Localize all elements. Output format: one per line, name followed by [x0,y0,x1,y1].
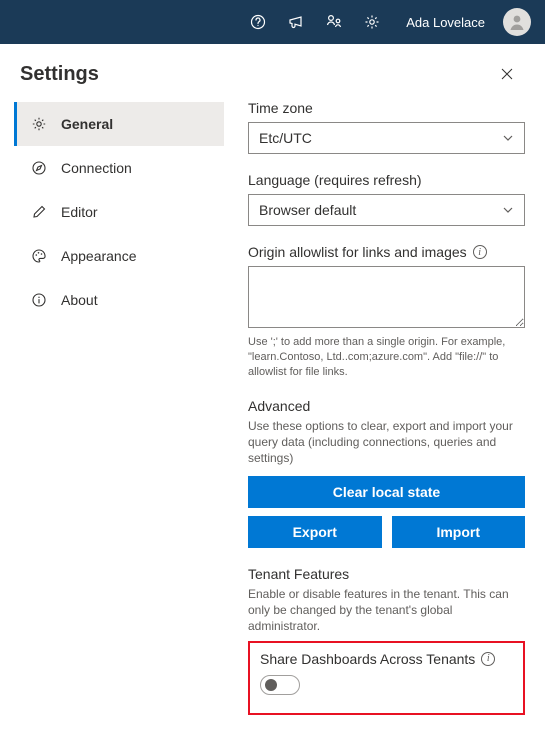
nav-label: Connection [61,160,132,176]
chevron-down-icon [502,132,514,144]
toggle-knob [265,679,277,691]
clear-local-state-button[interactable]: Clear local state [248,476,525,508]
info-icon[interactable]: i [481,652,495,666]
advanced-helper: Use these options to clear, export and i… [248,418,525,467]
settings-nav: General Connection Editor [14,100,224,715]
origin-allowlist-section: Origin allowlist for links and images i … [248,244,525,380]
language-value: Browser default [259,202,356,218]
nav-item-connection[interactable]: Connection [14,146,224,190]
app-header: Ada Lovelace [0,0,545,44]
tenant-section: Tenant Features Enable or disable featur… [248,566,525,635]
palette-icon [31,248,47,264]
nav-label: General [61,116,113,132]
share-dashboards-label: Share Dashboards Across Tenants i [260,651,513,667]
timezone-select[interactable]: Etc/UTC [248,122,525,154]
import-button[interactable]: Import [392,516,526,548]
language-label: Language (requires refresh) [248,172,525,188]
close-icon[interactable] [495,62,519,86]
timezone-label: Time zone [248,100,525,116]
avatar[interactable] [503,8,531,36]
share-dashboards-toggle[interactable] [260,675,300,695]
origin-allowlist-helper: Use ';' to add more than a single origin… [248,335,525,380]
user-name[interactable]: Ada Lovelace [406,15,485,30]
timezone-section: Time zone Etc/UTC [248,100,525,154]
nav-label: Appearance [61,248,137,264]
origin-allowlist-label: Origin allowlist for links and images i [248,244,525,260]
language-section: Language (requires refresh) Browser defa… [248,172,525,226]
advanced-section: Advanced Use these options to clear, exp… [248,398,525,549]
settings-content: Time zone Etc/UTC Language (requires ref… [224,100,525,715]
nav-item-general[interactable]: General [14,102,224,146]
info-icon[interactable]: i [473,245,487,259]
settings-icon[interactable] [362,12,382,32]
nav-item-about[interactable]: About [14,278,224,322]
compass-icon [31,160,47,176]
language-select[interactable]: Browser default [248,194,525,226]
pencil-icon [31,204,47,220]
panel-title: Settings [20,63,99,86]
chevron-down-icon [502,204,514,216]
origin-allowlist-input[interactable] [248,266,525,328]
nav-label: About [61,292,98,308]
export-button[interactable]: Export [248,516,382,548]
timezone-value: Etc/UTC [259,130,312,146]
help-icon[interactable] [248,12,268,32]
nav-item-appearance[interactable]: Appearance [14,234,224,278]
share-dashboards-callout: Share Dashboards Across Tenants i [248,641,525,715]
gear-icon [31,116,47,132]
nav-label: Editor [61,204,98,220]
tenant-heading: Tenant Features [248,566,525,582]
tenant-helper: Enable or disable features in the tenant… [248,586,525,635]
feedback-icon[interactable] [324,12,344,32]
nav-item-editor[interactable]: Editor [14,190,224,234]
announcement-icon[interactable] [286,12,306,32]
settings-panel: Settings General [0,44,545,745]
info-icon [31,292,47,308]
advanced-heading: Advanced [248,398,525,414]
